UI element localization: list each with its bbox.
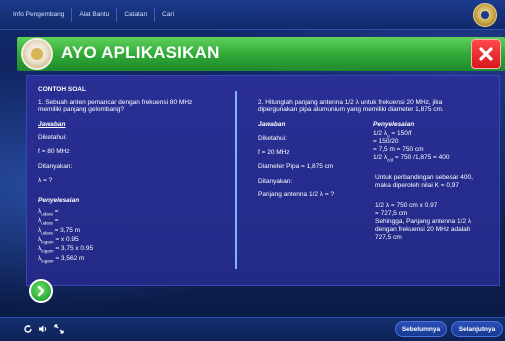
- question-2-line-2: dipergunakan pipa alumunium yang memilik…: [258, 106, 444, 113]
- known-value-1: f = 80 MHz: [38, 148, 70, 155]
- known-label-1: Diketahui:: [38, 134, 67, 141]
- next-arrow-icon: [37, 285, 45, 297]
- known-pipe-diameter: Diameter Pipa = 1,875 cm: [258, 163, 334, 170]
- comparison-line-2: maka diperoleh nilai K = 0,97: [375, 182, 460, 189]
- known-label-2: Diketahui:: [258, 135, 287, 142]
- solution-heading-2: Penyelesaian: [373, 121, 415, 128]
- conclusion-line-2: dengan frekuensi 20 MHz adalah: [375, 226, 471, 233]
- asked-label-2: Ditanyakan:: [258, 178, 293, 185]
- sound-icon: [39, 325, 47, 333]
- asked-value-1: λ = ?: [38, 177, 53, 184]
- previous-button[interactable]: Sebelumnya: [395, 321, 447, 337]
- nav-catatan[interactable]: Catatan: [117, 7, 156, 22]
- conclusion-line-3: 727,5 cm: [375, 234, 402, 241]
- banner-emblem-logo: [21, 38, 53, 70]
- calculation-line-2: = 727,5 cm: [375, 210, 408, 217]
- nav-alat-bantu[interactable]: Alat Bantu: [72, 7, 118, 22]
- answer-heading-1: Jawaban: [38, 121, 66, 128]
- close-icon: [479, 47, 493, 61]
- asked-label-1: Ditanyakan:: [38, 163, 73, 170]
- solution-line: 1/2 λc/d = 750 /1,875 = 400: [373, 154, 450, 163]
- refresh-icon: [24, 324, 32, 333]
- asked-value-2: Panjang antenna 1/2 λ = ?: [258, 191, 335, 198]
- solution-step: λlogam = 3,562 m: [38, 255, 85, 264]
- refresh-button[interactable]: [22, 323, 34, 335]
- answer-heading-2: Jawaban: [258, 121, 286, 128]
- close-button[interactable]: [471, 39, 501, 69]
- solution-line: = 150/20: [373, 138, 399, 145]
- solution-heading-1: Penyelesaian: [38, 197, 80, 204]
- emblem-logo: [473, 3, 497, 27]
- fullscreen-icon: [54, 324, 64, 334]
- conclusion-line-1: Sehingga, Panjang antenna 1/2 λ: [375, 218, 472, 225]
- fullscreen-button[interactable]: [53, 323, 65, 335]
- example-heading: CONTOH SOAL: [38, 86, 86, 93]
- sound-button[interactable]: [37, 323, 49, 335]
- solution-step: λlogam = 3,75 x 0.95: [38, 245, 94, 254]
- next-button[interactable]: Selanjutnya: [451, 321, 503, 337]
- question-1-line-2: memiliki panjang gelombang?: [38, 106, 124, 113]
- solution-step: λudara =: [38, 217, 59, 226]
- solution-line: = 7,5 m = 750 cm: [373, 146, 424, 153]
- nav-cari[interactable]: Cari: [155, 8, 181, 22]
- page-title: AYO APLIKASIKAN: [61, 43, 220, 62]
- calculation-line-1: 1/2 λ = 750 cm x 0.97: [375, 202, 438, 209]
- column-divider: [235, 91, 237, 269]
- top-navigation: Info Pengembang Alat Bantu Catatan Cari: [0, 0, 505, 30]
- known-frequency-2: f = 20 MHz: [258, 149, 290, 156]
- next-page-button[interactable]: [29, 279, 53, 303]
- comparison-line-1: Untuk perbandingan sebesar 400,: [375, 174, 473, 181]
- nav-info-pengembang[interactable]: Info Pengembang: [6, 7, 73, 22]
